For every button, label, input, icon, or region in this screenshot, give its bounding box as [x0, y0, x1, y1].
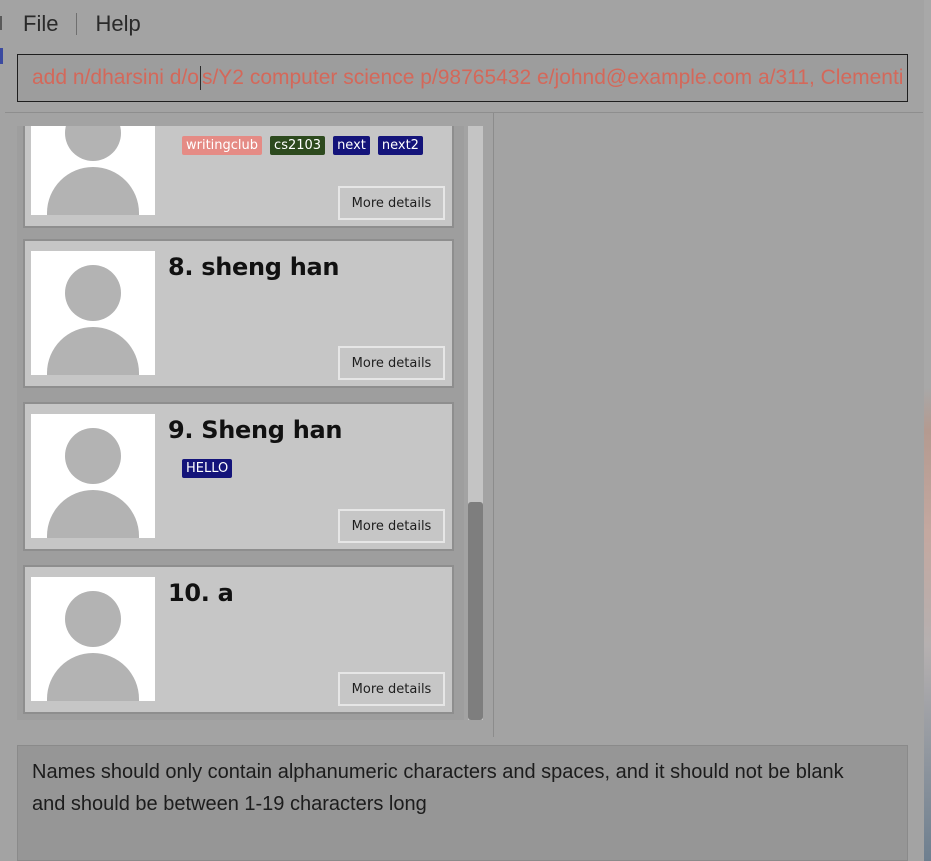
tag-badge: HELLO — [182, 459, 233, 478]
tag-badge: cs2103 — [270, 136, 326, 155]
avatar-icon — [31, 414, 155, 538]
avatar-icon — [31, 577, 155, 701]
person-card: writingclub cs2103 next next2 More detai… — [23, 126, 454, 228]
command-text-before-caret: add n/dharsini d/o — [32, 66, 199, 89]
more-details-button[interactable]: More details — [338, 672, 445, 706]
command-input[interactable]: add n/dharsini d/o s/Y2 computer science … — [17, 54, 908, 102]
menu-bar: File Help — [5, 0, 923, 48]
person-name: 10. a — [168, 579, 234, 607]
result-display: Names should only contain alphanumeric c… — [17, 745, 908, 861]
command-input-text[interactable]: add n/dharsini d/o s/Y2 computer science … — [32, 66, 908, 91]
tag-badge: next — [333, 136, 370, 155]
app-window: File Help add n/dharsini d/o s/Y2 compute… — [0, 0, 925, 861]
person-list-panel[interactable]: writingclub cs2103 next next2 More detai… — [17, 126, 464, 720]
more-details-button[interactable]: More details — [338, 346, 445, 380]
person-card: 8. sheng han More details — [23, 239, 454, 388]
tag-badge: writingclub — [182, 136, 263, 155]
list-scrollbar-thumb[interactable] — [468, 502, 483, 720]
tag-list: writingclub cs2103 next next2 — [182, 136, 423, 155]
result-message: Names should only contain alphanumeric c… — [32, 761, 844, 815]
more-details-button[interactable]: More details — [338, 186, 445, 220]
menu-file[interactable]: File — [5, 11, 76, 37]
desktop-background-edge — [924, 0, 931, 861]
tag-badge: next2 — [377, 136, 423, 155]
more-details-button[interactable]: More details — [338, 509, 445, 543]
header-divider — [5, 112, 923, 113]
window-edge-marker — [0, 16, 2, 30]
window-edge-accent — [0, 48, 3, 64]
avatar-icon — [31, 126, 155, 215]
person-name: 9. Sheng han — [168, 416, 343, 444]
menu-help[interactable]: Help — [77, 11, 158, 37]
avatar-icon — [31, 251, 155, 375]
person-card: 9. Sheng han HELLO More details — [23, 402, 454, 551]
panel-divider — [493, 113, 494, 737]
tag-list: HELLO — [182, 459, 233, 478]
command-text-after-caret: s/Y2 computer science p/98765432 e/johnd… — [201, 66, 908, 89]
person-card: 10. a More details — [23, 565, 454, 714]
person-name: 8. sheng han — [168, 253, 340, 281]
text-caret — [199, 66, 201, 91]
